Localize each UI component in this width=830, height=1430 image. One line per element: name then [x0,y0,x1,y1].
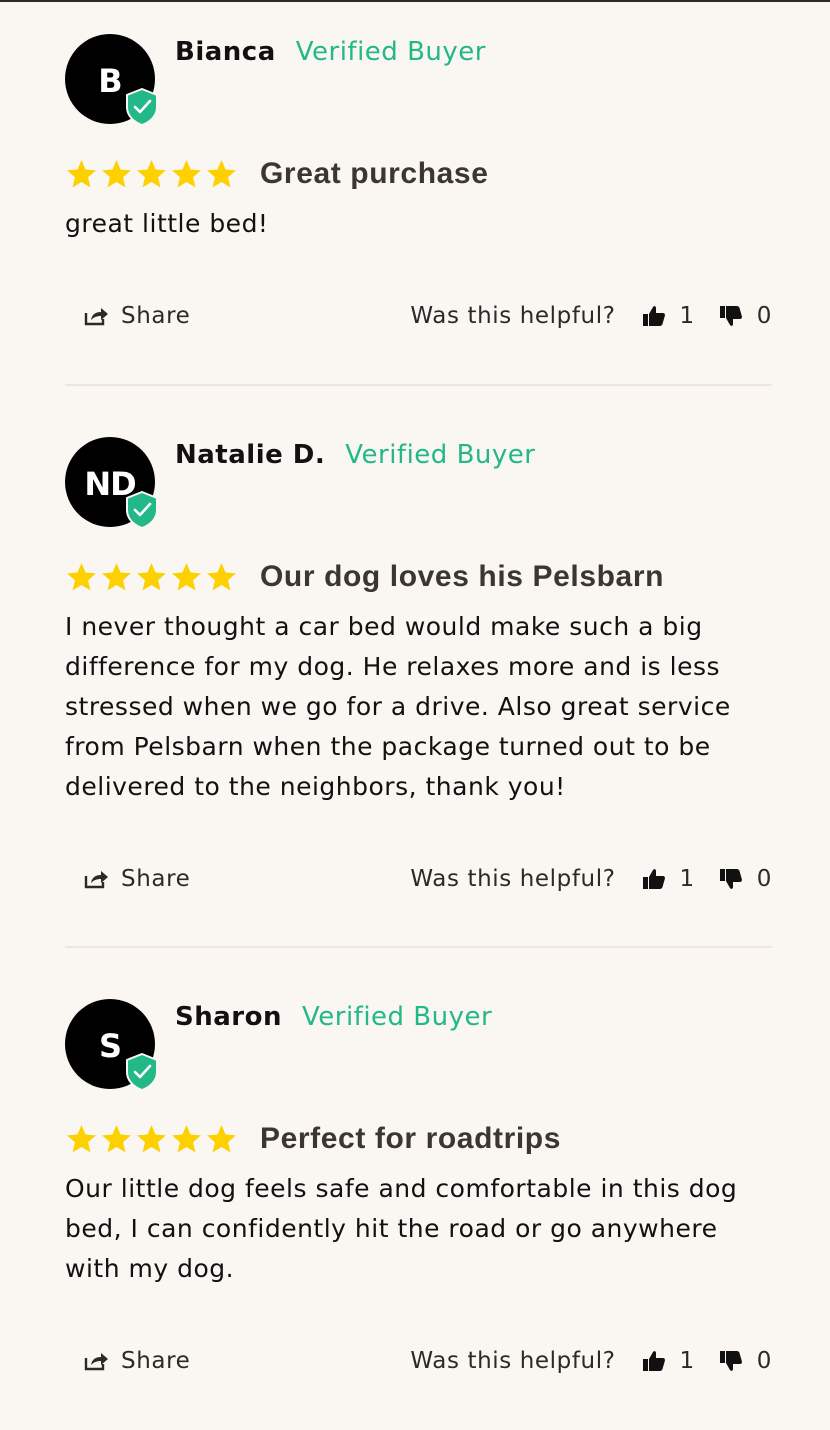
thumbs-down-icon [719,306,742,326]
verified-shield-icon [126,88,158,126]
star-icon [67,1125,96,1153]
review-card: ND Natalie D. Verified Buyer Our dog love… [65,437,772,899]
reviewer-name-text: Sharon [175,1002,282,1032]
star-icon [102,563,131,591]
avatar-initials: B [98,62,122,100]
star-rating [65,158,238,190]
reviewer-name: Natalie D. Verified Buyer [175,437,535,473]
share-label: Share [121,1348,191,1374]
star-rating [65,561,238,593]
share-button[interactable]: Share [83,859,190,899]
reviewer-name: Bianca Verified Buyer [175,34,486,70]
star-icon [207,563,236,591]
star-icon [172,563,201,591]
verified-shield-icon [126,1053,158,1091]
upvote-count: 1 [679,866,695,892]
star-icon [207,1125,236,1153]
top-divider [0,0,830,2]
review-title: Our dog loves his Pelsbarn [260,560,665,593]
helpful-question: Was this helpful? [410,1348,616,1374]
share-icon [84,1353,108,1371]
downvote-count: 0 [756,303,772,329]
thumbs-down-icon [719,869,742,889]
upvote-count: 1 [679,303,695,329]
review-header: B Bianca Verified Buyer [65,34,772,154]
downvote-button[interactable]: 0 [719,303,772,329]
review-footer: Share Was this helpful? 1 0 [65,859,772,899]
star-icon [172,160,201,188]
verified-shield-icon [126,491,158,529]
share-icon [84,871,108,889]
downvote-count: 0 [756,866,772,892]
review-footer: Share Was this helpful? 1 0 [65,296,772,336]
review-card: S Sharon Verified Buyer Perfect for roadt… [65,999,772,1381]
downvote-button[interactable]: 0 [719,1348,772,1374]
upvote-button[interactable]: 1 [642,1348,695,1374]
review-header: ND Natalie D. Verified Buyer [65,437,772,557]
star-icon [137,160,166,188]
review-body: I never thought a car bed would make suc… [65,612,731,801]
helpful-question: Was this helpful? [410,866,616,892]
avatar-initials: S [98,1027,122,1065]
upvote-button[interactable]: 1 [642,866,695,892]
star-icon [102,1125,131,1153]
review-body: great little bed! [65,209,269,238]
share-label: Share [121,303,191,329]
helpful-votes: Was this helpful? 1 0 [410,1341,772,1381]
share-label: Share [121,866,191,892]
upvote-count: 1 [679,1348,695,1374]
helpful-votes: Was this helpful? 1 0 [410,296,772,336]
star-icon [207,160,236,188]
review-card: B Bianca Verified Buyer Great purchase gr… [65,34,772,336]
helpful-votes: Was this helpful? 1 0 [410,859,772,899]
reviewer-name-text: Bianca [175,37,276,67]
review-title: Great purchase [260,157,489,190]
thumbs-up-icon [642,869,665,889]
review-header: S Sharon Verified Buyer [65,999,772,1119]
share-button[interactable]: Share [83,1341,190,1381]
star-icon [67,160,96,188]
review-title: Perfect for roadtrips [260,1122,561,1155]
review-body: Our little dog feels safe and comfortabl… [65,1174,738,1283]
star-icon [172,1125,201,1153]
reviewer-name-text: Natalie D. [175,440,326,470]
rating-row: Great purchase [65,154,772,194]
downvote-button[interactable]: 0 [719,866,772,892]
share-icon [84,308,108,326]
rating-row: Perfect for roadtrips [65,1119,772,1159]
verified-buyer-badge: Verified Buyer [345,440,536,470]
thumbs-up-icon [642,306,665,326]
review-divider [65,946,772,948]
star-rating [65,1123,238,1155]
verified-buyer-badge: Verified Buyer [301,1002,493,1032]
star-icon [137,563,166,591]
verified-buyer-badge: Verified Buyer [295,37,486,67]
thumbs-down-icon [719,1351,742,1371]
review-footer: Share Was this helpful? 1 0 [65,1341,772,1381]
star-icon [102,160,131,188]
review-divider [65,384,772,386]
upvote-button[interactable]: 1 [642,303,695,329]
reviewer-name: Sharon Verified Buyer [175,999,492,1035]
helpful-question: Was this helpful? [410,303,616,329]
thumbs-up-icon [642,1351,665,1371]
share-button[interactable]: Share [83,296,190,336]
star-icon [67,563,96,591]
rating-row: Our dog loves his Pelsbarn [65,557,772,597]
star-icon [137,1125,166,1153]
downvote-count: 0 [756,1348,772,1374]
